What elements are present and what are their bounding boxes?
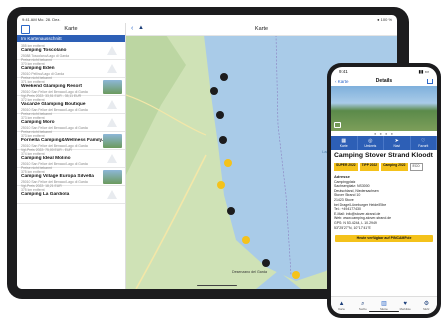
map-pin[interactable]	[219, 136, 227, 144]
map-pin[interactable]	[216, 111, 224, 119]
campsite-list-item[interactable]: 374 km entfernt Camping Ideal Molino 25010…	[17, 150, 125, 170]
placeholder-logo-icon	[107, 64, 117, 73]
desenzano-label: Desenzano del Garda	[232, 270, 267, 274]
action-navigation-button[interactable]: ➤ Navi	[384, 136, 411, 150]
placeholder-logo-icon	[107, 190, 117, 199]
action-label: Navi	[393, 143, 401, 148]
action-favorite-button[interactable]: ♡ Favorit	[411, 136, 437, 150]
map-pin-highlighted[interactable]	[224, 159, 232, 167]
address-block: Adresse Campingplatz Sachsenplatz: NS3000…	[331, 173, 437, 232]
award-badges: SUPER 2022 TIPP 2022 Camping 2022 ECO	[331, 160, 437, 173]
campsite-list-item[interactable]: 372 km entfernt Vacanze Glamping Boutique…	[17, 96, 125, 116]
sidebar-header: Karte	[17, 23, 125, 35]
phone-status-bar: 9:41 ▮▮ ▭	[331, 67, 437, 76]
campsite-photo[interactable]	[331, 86, 437, 131]
campsite-list-item[interactable]: 373 km entfernt Camping Moro 25010 San Fel…	[17, 114, 125, 134]
map-header: ‹ ▲ Karte	[126, 23, 397, 36]
tab-more[interactable]: ⚙ Mehr	[416, 297, 437, 314]
phone-screen: 9:41 ▮▮ ▭ ‹ Karte Details ● ● ● ● ▦ Karte…	[331, 67, 437, 314]
share-icon[interactable]	[427, 78, 433, 84]
availability-button[interactable]: Heute verfügbar auf PiNCAMP.de	[335, 235, 433, 243]
action-label: Karte	[339, 143, 348, 148]
placeholder-logo-icon	[107, 46, 117, 55]
campsite-list-item[interactable]: 373 km entfernt Fornella Camping&Wellness…	[17, 132, 125, 152]
map-pin[interactable]	[227, 207, 235, 215]
back-button[interactable]: ‹ Karte	[335, 79, 349, 84]
camera-icon	[334, 122, 341, 128]
campsite-list-item[interactable]: 371 km entfernt Weekend Glamping Resort 25…	[17, 78, 125, 98]
campsite-list-item[interactable]: 375 km entfernt Camping Village Europa Si…	[17, 168, 125, 188]
phone-nav-bar: ‹ Karte Details	[331, 76, 437, 86]
map-pin-highlighted[interactable]	[217, 181, 225, 189]
map-pin-highlighted[interactable]	[292, 271, 300, 279]
section-header: Im Kartenausschnitt	[17, 35, 125, 42]
map-pin[interactable]	[262, 259, 270, 267]
placeholder-logo-icon	[107, 154, 117, 163]
tipp-badge: TIPP 2022	[359, 162, 380, 171]
campsite-thumbnail	[103, 170, 122, 184]
tab-label: Meine	[380, 306, 388, 311]
phone-device: 9:41 ▮▮ ▭ ‹ Karte Details ● ● ● ● ▦ Karte…	[327, 63, 441, 318]
action-label: Favorit	[418, 143, 429, 148]
campsite-thumbnail	[103, 80, 122, 94]
map-pin[interactable]	[220, 73, 228, 81]
campsite-list-item[interactable]: 375 km entfernt Camping La Gardiola	[17, 186, 125, 204]
action-area-button[interactable]: ◎ Umkreis	[358, 136, 384, 150]
tab-label: Suche	[358, 306, 367, 311]
sidebar-toggle-icon[interactable]	[21, 25, 30, 34]
action-map-button[interactable]: ▦ Karte	[331, 136, 358, 150]
signal-battery-icon: ▮▮ ▭	[418, 68, 429, 74]
phone-status-time: 9:41	[339, 69, 348, 74]
home-indicator	[197, 284, 237, 286]
phone-home-indicator	[369, 310, 399, 312]
tab-label: Mehr	[423, 306, 430, 311]
tablet-status-bar: 9:41 AM Mo. 28. Dez. ● 100 %	[17, 15, 397, 23]
camping-badge: Camping 2022	[381, 162, 408, 171]
action-bar: ▦ Karte ◎ Umkreis ➤ Navi ♡ Favorit	[331, 136, 437, 150]
tab-map[interactable]: ▲ Karte	[331, 297, 352, 314]
tab-label: Merkliste	[399, 306, 411, 311]
campsite-thumbnail	[103, 134, 122, 148]
action-label: Umkreis	[364, 143, 377, 148]
map-pin[interactable]	[210, 87, 218, 95]
super-badge: SUPER 2022	[334, 162, 358, 171]
campsite-name: Camping La Gardiola	[21, 192, 70, 197]
address-line: 53°25'27"N, 10°17'41"E	[334, 225, 371, 230]
status-battery: ● 100 %	[377, 16, 392, 22]
campsite-list: 355 km entfernt Camping Toscolano 25088 To…	[17, 42, 125, 204]
campsite-title: Camping Stover Strand Kloodt	[334, 152, 433, 159]
eco-badge: ECO	[409, 162, 423, 171]
map-pin-highlighted[interactable]	[242, 236, 250, 244]
map-title: Karte	[254, 26, 269, 32]
status-time: 9:41 AM Mo. 28. Dez.	[22, 16, 61, 22]
phone-nav-title: Details	[375, 78, 393, 84]
placeholder-logo-icon	[107, 118, 117, 127]
sidebar-title: Karte	[64, 26, 78, 32]
sidebar: Karte Im Kartenausschnitt 355 km entfern…	[17, 23, 126, 289]
placeholder-logo-icon	[107, 100, 117, 109]
tab-label: Karte	[338, 306, 345, 311]
campsite-list-item[interactable]: 355 km entfernt Camping Toscolano 25088 To…	[17, 42, 125, 62]
campsite-list-item[interactable]: 370 km entfernt Camping Eden 25010 Pellino…	[17, 60, 125, 80]
back-chevron-icon[interactable]: ‹	[131, 25, 133, 32]
pincamp-logo-icon: ▲	[138, 25, 144, 31]
